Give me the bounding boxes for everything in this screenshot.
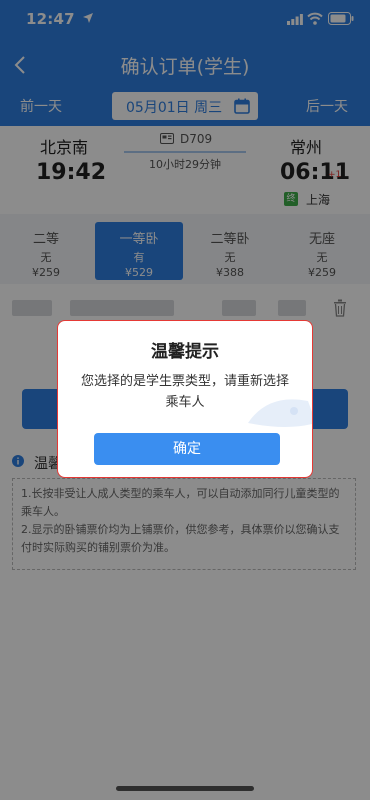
alert-dialog: 温馨提示 您选择的是学生票类型，请重新选择乘车人 确定 (57, 320, 313, 478)
confirm-button[interactable]: 确定 (94, 433, 280, 465)
order-confirm-screen: 12:47 确认订单(学生) 前一天 05月01日 周三 后一天 北京南 19:… (0, 0, 370, 800)
dialog-title: 温馨提示 (151, 342, 219, 362)
dialog-message: 您选择的是学生票类型，请重新选择乘车人 (80, 374, 289, 410)
